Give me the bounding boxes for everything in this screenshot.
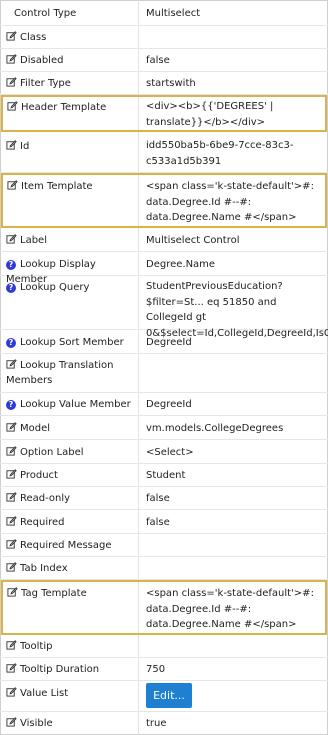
edit-icon[interactable] xyxy=(6,139,17,150)
row-lookup-value-member[interactable]: ? Lookup Value Member DegreeId xyxy=(0,393,328,416)
edit-icon[interactable] xyxy=(6,421,17,432)
prop-value[interactable]: Multiselect Control xyxy=(146,233,322,249)
edit-icon[interactable] xyxy=(6,358,17,369)
row-option-label[interactable]: Option Label <Select> xyxy=(0,440,328,464)
edit-icon[interactable] xyxy=(6,445,17,456)
row-value-list[interactable]: Value List Edit... xyxy=(0,681,328,712)
row-visible[interactable]: Visible true xyxy=(0,712,328,735)
prop-label: Option Label xyxy=(6,445,136,460)
edit-icon[interactable] xyxy=(6,561,17,572)
row-required[interactable]: Required false xyxy=(0,510,328,534)
row-model[interactable]: Model vm.models.CollegeDegrees xyxy=(0,416,328,440)
prop-label: Label xyxy=(6,233,136,248)
edit-icon[interactable] xyxy=(6,538,17,549)
prop-label: Read-only xyxy=(6,491,136,506)
prop-label: ? Lookup Value Member xyxy=(6,397,136,412)
header-row: Control Type Multiselect xyxy=(0,0,328,26)
row-label[interactable]: Label Multiselect Control xyxy=(0,228,328,252)
edit-icon[interactable] xyxy=(6,468,17,479)
prop-label: Tag Template xyxy=(7,586,137,601)
help-icon[interactable]: ? xyxy=(6,400,16,410)
row-filter-type[interactable]: Filter Type startswith xyxy=(0,72,328,95)
header-value: Multiselect xyxy=(146,8,201,19)
prop-value[interactable]: 750 xyxy=(146,662,322,678)
edit-icon[interactable] xyxy=(6,76,17,87)
prop-label: Item Template xyxy=(7,179,137,194)
prop-value[interactable]: idd550ba5b-6be9-7cce-83c3-c533a1d5b391 xyxy=(146,138,322,169)
prop-label: Model xyxy=(6,421,136,436)
row-read-only[interactable]: Read-only false xyxy=(0,487,328,510)
prop-label: Required xyxy=(6,515,136,530)
row-id[interactable]: Id idd550ba5b-6be9-7cce-83c3-c533a1d5b39… xyxy=(0,132,328,173)
edit-icon[interactable] xyxy=(7,179,18,190)
edit-icon[interactable] xyxy=(7,586,18,597)
prop-label: Tooltip Duration xyxy=(6,662,136,677)
row-tooltip[interactable]: Tooltip xyxy=(0,635,328,658)
prop-label: ? Lookup Query xyxy=(6,280,136,295)
prop-label: Class xyxy=(6,30,136,45)
prop-label: Filter Type xyxy=(6,76,136,91)
edit-icon[interactable] xyxy=(7,100,18,111)
row-lookup-sort-member[interactable]: ? Lookup Sort Member DegreeId xyxy=(0,330,328,354)
prop-label: Disabled xyxy=(6,53,136,68)
prop-value[interactable]: <div><b>{{'DEGREES' | translate}}</b></d… xyxy=(146,99,322,130)
prop-label: Tab Index xyxy=(6,561,136,576)
prop-value[interactable]: startswith xyxy=(146,76,322,92)
edit-icon[interactable] xyxy=(6,639,17,650)
edit-icon[interactable] xyxy=(6,662,17,673)
prop-value[interactable]: false xyxy=(146,491,322,507)
row-lookup-query[interactable]: ? Lookup Query StudentPreviousEducation?$… xyxy=(0,276,328,339)
row-header-template[interactable]: Header Template <div><b>{{'DEGREES' | tr… xyxy=(1,95,327,132)
edit-value-list-button[interactable]: Edit... xyxy=(146,683,192,708)
help-icon[interactable]: ? xyxy=(6,283,16,293)
row-lookup-translation-members[interactable]: Lookup Translation Members xyxy=(0,354,328,393)
prop-label: Lookup Translation Members xyxy=(6,358,114,386)
prop-label: Id xyxy=(6,139,136,154)
help-icon[interactable]: ? xyxy=(6,338,16,348)
row-required-message[interactable]: Required Message xyxy=(0,534,328,557)
prop-value[interactable]: DegreeId xyxy=(146,335,322,351)
edit-icon[interactable] xyxy=(6,53,17,64)
row-lookup-display-member[interactable]: ? Lookup Display Member Degree.Name xyxy=(0,252,328,285)
edit-icon[interactable] xyxy=(6,30,17,41)
edit-icon[interactable] xyxy=(6,515,17,526)
prop-value[interactable]: Student xyxy=(146,468,322,484)
edit-icon[interactable] xyxy=(6,491,17,502)
help-icon[interactable]: ? xyxy=(6,260,16,270)
prop-value[interactable]: false xyxy=(146,515,322,531)
edit-icon[interactable] xyxy=(6,686,17,697)
row-tag-template[interactable]: Tag Template <span class='k-state-defaul… xyxy=(1,580,327,635)
edit-icon[interactable] xyxy=(6,716,17,727)
prop-value[interactable]: <span class='k-state-default'>#: data.De… xyxy=(146,586,322,633)
row-product[interactable]: Product Student xyxy=(0,464,328,487)
prop-label: Tooltip xyxy=(6,639,136,654)
row-class[interactable]: Class xyxy=(0,26,328,49)
header-name: Control Type xyxy=(14,8,77,19)
prop-label: ? Lookup Sort Member xyxy=(6,335,136,350)
prop-value[interactable]: false xyxy=(146,53,322,69)
prop-value[interactable]: Degree.Name xyxy=(146,257,322,273)
row-tooltip-duration[interactable]: Tooltip Duration 750 xyxy=(0,658,328,681)
prop-label: Header Template xyxy=(7,100,137,115)
edit-icon[interactable] xyxy=(6,233,17,244)
row-disabled[interactable]: Disabled false xyxy=(0,49,328,72)
prop-value[interactable]: DegreeId xyxy=(146,397,322,413)
prop-label: Product xyxy=(6,468,136,483)
prop-value[interactable]: <Select> xyxy=(146,445,322,461)
prop-value[interactable]: <span class='k-state-default'>#: data.De… xyxy=(146,179,322,226)
row-item-template[interactable]: Item Template <span class='k-state-defau… xyxy=(1,173,327,228)
prop-label: Visible xyxy=(6,716,136,731)
prop-label: Required Message xyxy=(6,538,136,553)
prop-value[interactable]: vm.models.CollegeDegrees xyxy=(146,421,322,437)
prop-value[interactable]: true xyxy=(146,716,322,732)
prop-label: Value List xyxy=(6,686,136,701)
row-tab-index[interactable]: Tab Index xyxy=(0,557,328,580)
